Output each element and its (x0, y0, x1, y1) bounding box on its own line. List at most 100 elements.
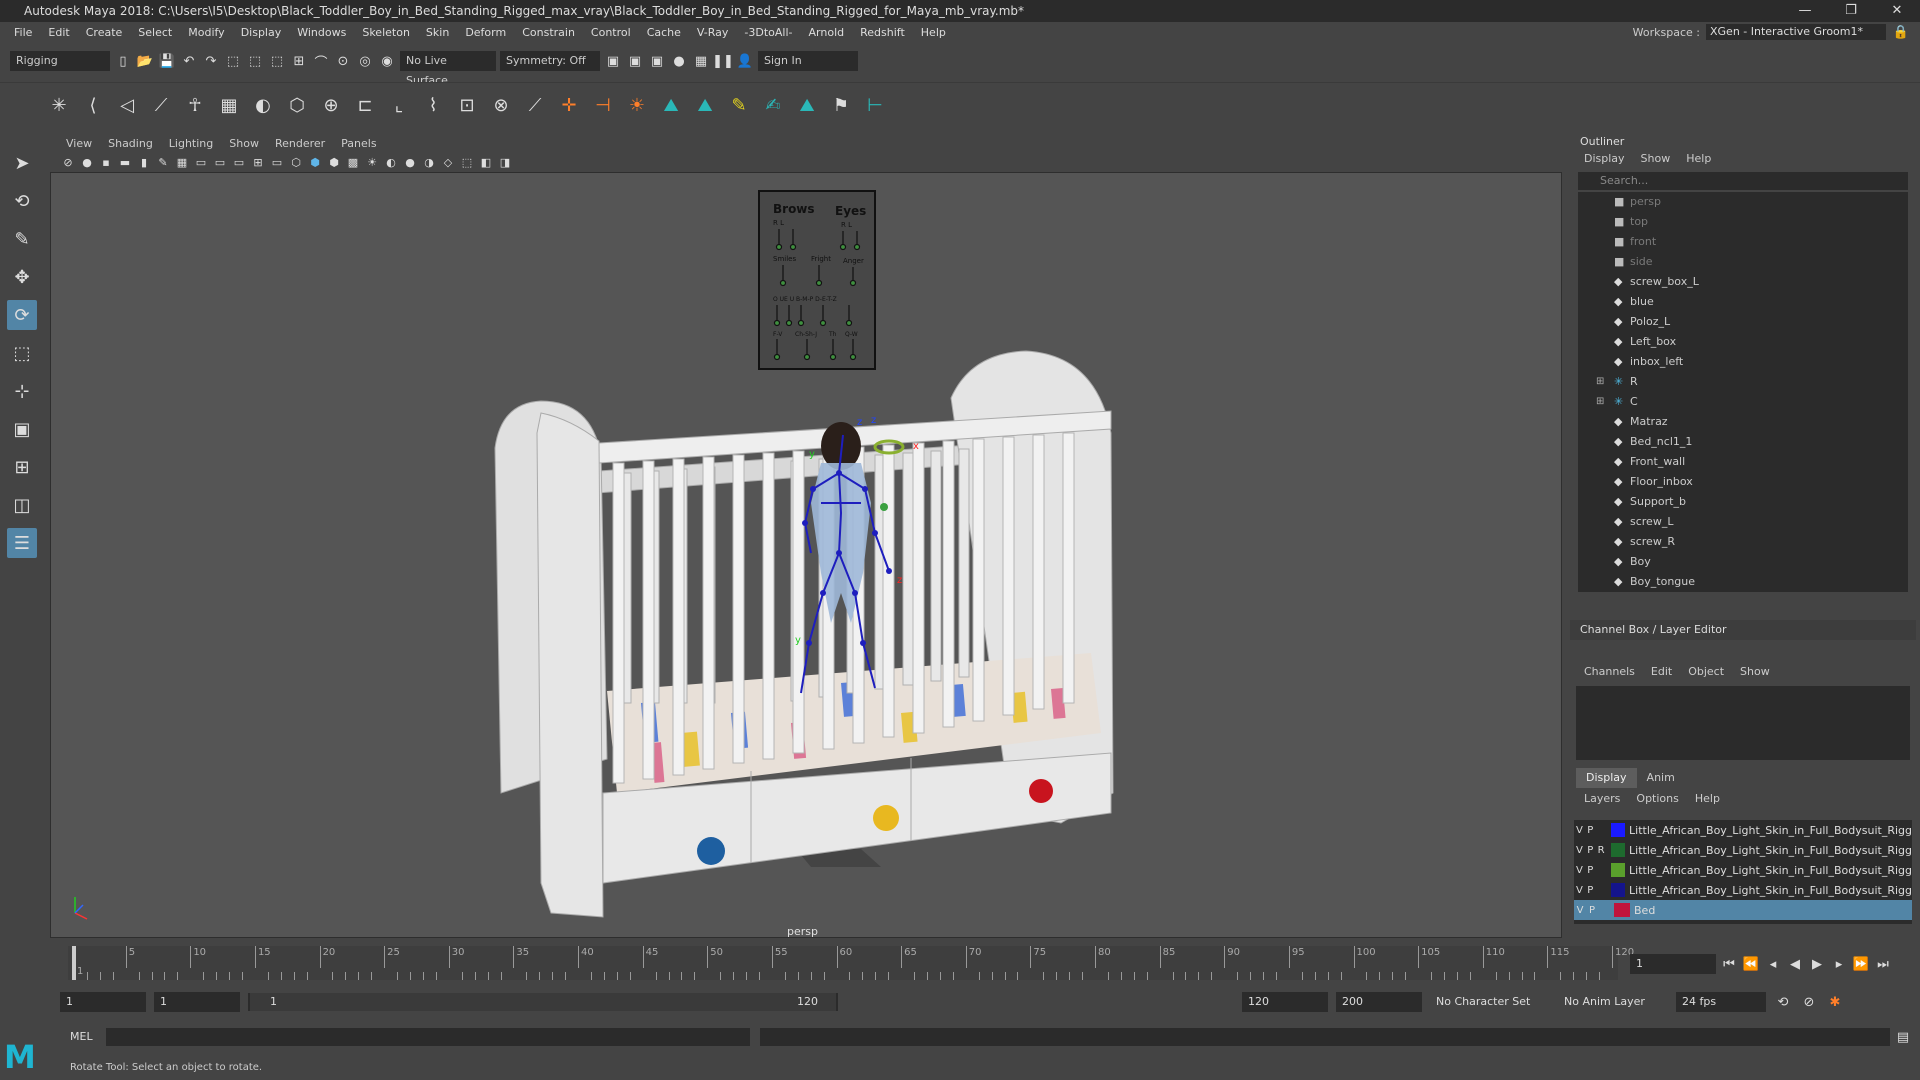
outliner-item[interactable]: ◆ Matraz (1578, 412, 1908, 432)
menu-select[interactable]: Select (130, 26, 180, 39)
sign-in-button[interactable]: Sign In (758, 51, 858, 71)
expand-icon[interactable]: ⊞ (1596, 392, 1604, 412)
paint-select-icon[interactable]: ✎ (7, 224, 37, 254)
panel-menu-show[interactable]: Show (221, 137, 267, 150)
mirror-weights-icon[interactable]: ⛰ (794, 93, 820, 119)
lights-icon[interactable]: ☀ (364, 154, 380, 170)
ipr-render-icon[interactable]: ▣ (626, 52, 644, 70)
snap-grid-icon[interactable]: ⊞ (290, 52, 308, 70)
textured-icon[interactable]: ▩ (345, 154, 361, 170)
minimize-button[interactable]: — (1782, 0, 1828, 22)
menu-edit[interactable]: Edit (40, 26, 77, 39)
anim-layer-dropdown[interactable]: No Anim Layer (1558, 992, 1668, 1012)
script-editor-icon[interactable]: ▤ (1894, 1028, 1912, 1046)
layer-visibility-toggle[interactable]: V (1574, 825, 1585, 836)
layer-playback-toggle[interactable]: P (1585, 825, 1596, 836)
scene-end-field[interactable]: 200 (1336, 992, 1422, 1012)
time-slider[interactable]: 1 5 10 15 20 25 30 35 40 45 50 55 60 65 70 75 80 85 90 95 10… (50, 946, 1634, 980)
outliner-item[interactable]: ◆ Floor_inbox (1578, 472, 1908, 492)
command-input[interactable] (106, 1028, 750, 1046)
range-slider[interactable]: 1 120 (248, 993, 838, 1011)
select-component-icon[interactable]: ⬚ (268, 52, 286, 70)
open-scene-icon[interactable]: 📂 (136, 52, 154, 70)
crib-model[interactable] (494, 350, 1114, 918)
layer-menu-help[interactable]: Help (1687, 790, 1728, 808)
layer-visibility-toggle[interactable]: V (1574, 845, 1585, 856)
lock-icon[interactable]: 🔒 (1892, 23, 1910, 41)
menuset-dropdown[interactable]: Rigging (10, 51, 110, 71)
select-object-icon[interactable]: ⬚ (246, 52, 264, 70)
channel-menu-show[interactable]: Show (1732, 662, 1778, 682)
smooth-skin-icon[interactable]: ◐ (250, 93, 276, 119)
channel-menu-object[interactable]: Object (1680, 662, 1732, 682)
menu-help[interactable]: Help (913, 26, 954, 39)
snap-curve-icon[interactable]: ⌒ (312, 52, 330, 71)
menu-file[interactable]: File (6, 26, 40, 39)
outliner-item[interactable]: ■ top (1578, 212, 1908, 232)
command-language-label[interactable]: MEL (70, 1030, 93, 1043)
four-view-icon[interactable]: ⊞ (7, 452, 37, 482)
menu-skeleton[interactable]: Skeleton (354, 26, 418, 39)
parent-constraint-icon[interactable]: ⊏ (352, 93, 378, 119)
layer-playback-toggle[interactable]: P (1585, 885, 1596, 896)
live-surface-field[interactable]: No Live Surface (400, 51, 496, 87)
facial-controls-board[interactable]: Brows Eyes R L R L Smiles Fright Anger O… (758, 190, 876, 370)
field-chart-icon[interactable]: ⊞ (250, 154, 266, 170)
layer-color-swatch[interactable] (1610, 883, 1626, 897)
menu-3dtoall[interactable]: -3DtoAll- (736, 26, 800, 39)
grease-pencil-icon[interactable]: ✎ (155, 154, 171, 170)
anim-prefs-icon[interactable]: ✱ (1826, 993, 1844, 1011)
ik-handle-icon[interactable]: ◁ (114, 93, 140, 119)
panel-menu-panels[interactable]: Panels (333, 137, 384, 150)
layer-list[interactable]: V P Little_African_Boy_Light_Skin_in_Full_… (1574, 820, 1912, 924)
anim-start-field[interactable]: 1 (154, 992, 240, 1012)
lattice-icon[interactable]: ⬡ (284, 93, 310, 119)
joint-orient-icon[interactable]: ⊣ (590, 93, 616, 119)
select-tool-icon[interactable]: ➤ (7, 148, 37, 178)
step-back-key-icon[interactable]: ⏪ (1742, 955, 1760, 973)
expand-icon[interactable]: ⊞ (1596, 372, 1604, 392)
outliner-item[interactable]: ◆ Boy_tongue (1578, 572, 1908, 592)
wrap-icon[interactable]: ⛰ (692, 93, 718, 119)
layer-color-swatch[interactable] (1614, 903, 1630, 917)
aim-constraint-icon[interactable]: ⊗ (488, 93, 514, 119)
layer-color-swatch[interactable] (1610, 823, 1626, 837)
outliner-item[interactable]: ◆ blue (1578, 292, 1908, 312)
lasso-tool-icon[interactable]: ⟲ (7, 186, 37, 216)
panel-menu-renderer[interactable]: Renderer (267, 137, 333, 150)
menu-modify[interactable]: Modify (180, 26, 232, 39)
outliner-item[interactable]: ◆ inbox_left (1578, 352, 1908, 372)
single-view-icon[interactable]: ▣ (7, 414, 37, 444)
wireframe-on-shaded-icon[interactable]: ⬢ (326, 154, 342, 170)
menu-control[interactable]: Control (583, 26, 639, 39)
new-scene-icon[interactable]: ▯ (114, 52, 132, 70)
render-view-icon[interactable]: ▦ (692, 52, 710, 70)
layer-row[interactable]: V P R Little_African_Boy_Light_Skin_in_Full… (1574, 840, 1912, 860)
camera-select-icon[interactable]: ⊘ (60, 154, 76, 170)
panel-menu-lighting[interactable]: Lighting (161, 137, 221, 150)
layer-visibility-toggle[interactable]: V (1574, 905, 1586, 916)
paint-weights-icon[interactable]: ✎ (726, 93, 752, 119)
scale-constraint-icon[interactable]: ⊡ (454, 93, 480, 119)
step-forward-key-icon[interactable]: ⏩ (1852, 955, 1870, 973)
redo-icon[interactable]: ↷ (202, 52, 220, 70)
rotate-tool-icon[interactable]: ⟳ (7, 300, 37, 330)
layer-row[interactable]: V P Little_African_Boy_Light_Skin_in_Full_… (1574, 860, 1912, 880)
xray-joints-icon[interactable]: ◨ (497, 154, 513, 170)
play-backwards-icon[interactable]: ◀ (1786, 955, 1804, 973)
blendshape-icon[interactable]: ⛰ (658, 93, 684, 119)
snap-surface-icon[interactable]: ◉ (378, 52, 396, 70)
two-view-icon[interactable]: ◫ (7, 490, 37, 520)
locator-icon[interactable]: ✛ (556, 93, 582, 119)
outliner-search-input[interactable]: Search... (1578, 172, 1908, 190)
hik-icon[interactable]: ☀ (624, 93, 650, 119)
wireframe-icon[interactable]: ⬡ (288, 154, 304, 170)
bind-skin-icon[interactable]: ▦ (216, 93, 242, 119)
ik-spline-icon[interactable]: ⟋ (148, 93, 174, 119)
outliner-item[interactable]: ◆ Support_b (1578, 492, 1908, 512)
outliner-item[interactable]: ⊞ ✳ C (1578, 392, 1908, 412)
orient-constraint-icon[interactable]: ⌇ (420, 93, 446, 119)
create-joints-icon[interactable]: ✳ (46, 93, 72, 119)
viewport-persp[interactable]: Brows Eyes R L R L Smiles Fright Anger O… (50, 172, 1562, 938)
panel-menu-view[interactable]: View (58, 137, 100, 150)
